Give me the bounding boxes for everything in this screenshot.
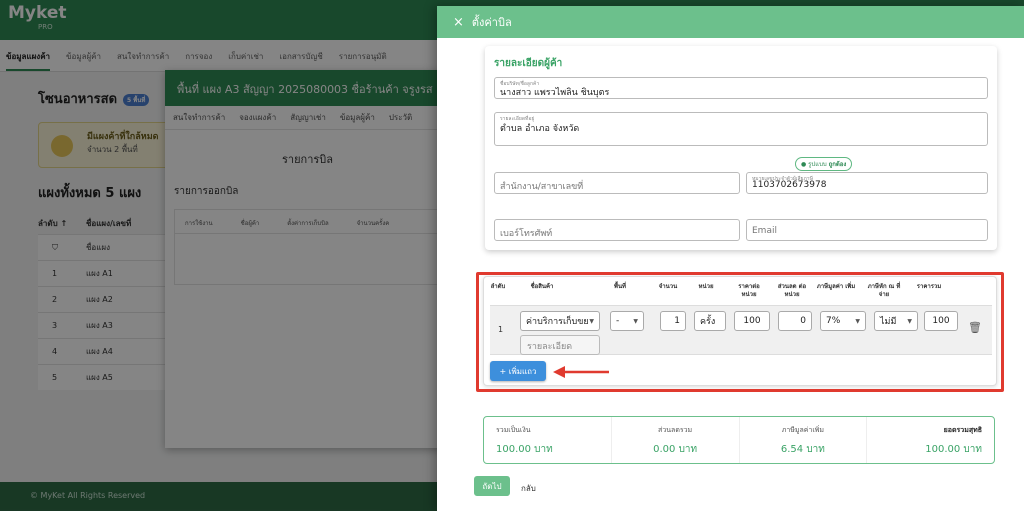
drawer-header: × ตั้งค่าบิล [437, 6, 1024, 38]
add-row-button[interactable]: + เพิ่มแถว [490, 361, 546, 381]
col-product: ชื่อสินค้า [530, 283, 554, 290]
col-wht: ภาษีหัก ณ ที่จ่าย [867, 283, 901, 298]
discount-input[interactable]: 0 [778, 311, 812, 331]
chevron-down-icon: ▼ [633, 317, 638, 325]
chevron-down-icon: ▼ [589, 317, 594, 325]
next-button[interactable]: ถัดไป [474, 476, 510, 496]
col-area: พื้นที่ [613, 283, 626, 290]
unit-price-input[interactable]: 100 [734, 311, 770, 331]
check-circle-icon: ● [801, 161, 807, 168]
qty-input[interactable]: 1 [660, 311, 686, 331]
email-field[interactable]: Email [746, 219, 988, 241]
trash-icon[interactable]: 🗑 [968, 321, 982, 334]
bill-settings-drawer: × ตั้งค่าบิล รายละเอียดผู้ค้า ชื่อบริษัท… [437, 6, 1024, 511]
unit-input[interactable]: ครั้ง [694, 311, 726, 331]
product-select[interactable]: ค่าบริการเก็บขย ▼ [520, 311, 600, 331]
col-no: ลำดับ [490, 283, 506, 290]
customer-name-field[interactable]: ชื่อบริษัท/ชื่อลูกค้า นางสาว แพรวไพลิน ช… [494, 77, 988, 99]
wht-select[interactable]: ไม่มี ▼ [874, 311, 918, 331]
area-select[interactable]: - ▼ [610, 311, 644, 331]
vat-select[interactable]: 7% ▼ [820, 311, 866, 331]
phone-field[interactable]: เบอร์โทรศัพท์ [494, 219, 740, 241]
col-unit-price: ราคาต่อ หน่วย [738, 283, 760, 298]
customer-section-title: รายละเอียดผู้ค้า [494, 58, 563, 69]
chevron-down-icon: ▼ [907, 317, 912, 325]
col-discount: ส่วนลด ต่อหน่วย [777, 283, 807, 298]
address-field[interactable]: รายละเอียดที่อยู่ ตำบล อำเภอ จังหวัด [494, 112, 988, 146]
col-total: ราคารวม [916, 283, 942, 290]
chevron-down-icon: ▼ [855, 317, 860, 325]
back-button[interactable]: กลับ [521, 482, 536, 495]
bill-totals: รวมเป็นเงิน 100.00 บาท ส่วนลดรวม 0.00 บา… [483, 416, 995, 464]
close-icon[interactable]: × [453, 15, 464, 30]
taxid-field[interactable]: หมายเลขประจำตัวผู้เสียภาษี 1103702673978 [746, 172, 988, 194]
detail-input[interactable]: รายละเอียด [520, 335, 600, 355]
total-input[interactable]: 100 [924, 311, 958, 331]
taxid-verify-badge: ● รูปแบบ ถูกต้อง [795, 157, 853, 171]
arrow-left-icon [553, 366, 609, 378]
net-total: ยอดรวมสุทธิ 100.00 บาท [925, 426, 982, 455]
drawer-title: ตั้งค่าบิล [471, 16, 512, 29]
row-number: 1 [498, 325, 504, 334]
col-vat: ภาษีมูลค่า เพิ่ม [816, 283, 856, 290]
col-qty: จำนวน [658, 283, 678, 290]
col-unit: หน่วย [698, 283, 714, 290]
discount-total: ส่วนลดรวม 0.00 บาท [612, 417, 740, 463]
subtotal: รวมเป็นเงิน 100.00 บาท [484, 417, 612, 463]
branch-field[interactable]: สำนักงาน/สาขาเลขที่ [494, 172, 740, 194]
customer-details-card: รายละเอียดผู้ค้า ชื่อบริษัท/ชื่อลูกค้า น… [485, 46, 997, 250]
vat-total: ภาษีมูลค่าเพิ่ม 6.54 บาท [740, 417, 868, 463]
